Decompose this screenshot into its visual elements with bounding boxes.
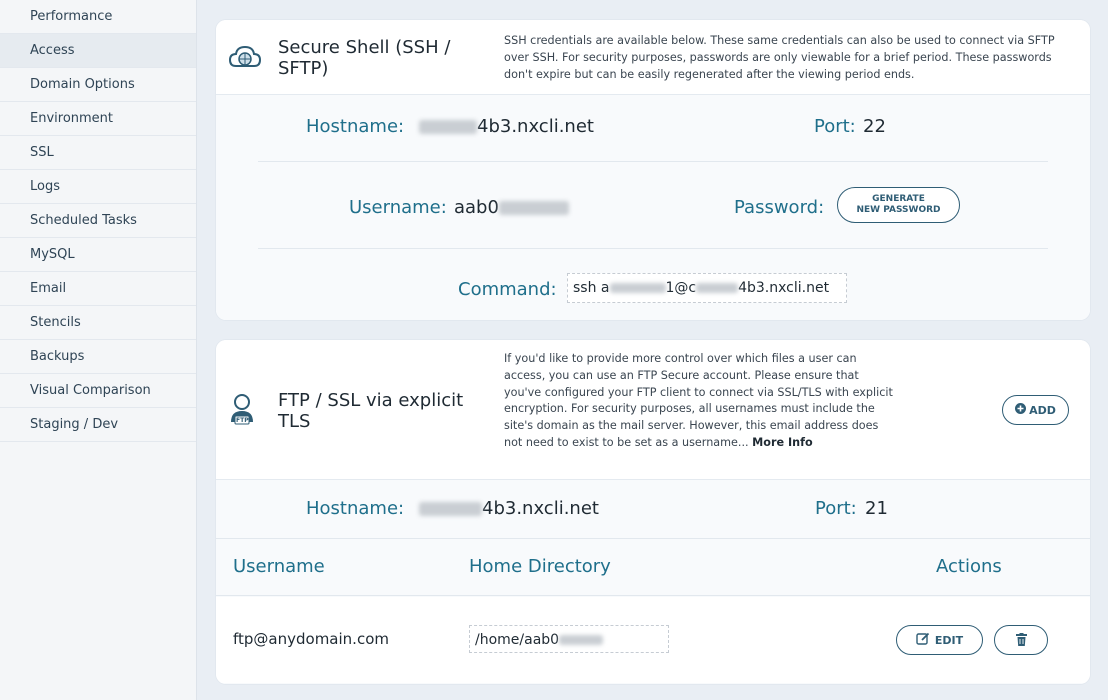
divider [258, 161, 1048, 162]
trash-icon [1015, 631, 1027, 650]
ssh-hostname-label: Hostname: [306, 116, 405, 137]
sidebar-item-logs[interactable]: Logs [0, 170, 196, 204]
ssh-command-field[interactable]: ssh a 1@c 4b3.nxcli.net [567, 273, 847, 303]
ftp-table-header: Username Home Directory Actions [216, 538, 1090, 596]
sidebar-item-backups[interactable]: Backups [0, 340, 196, 374]
sidebar-item-email[interactable]: Email [0, 272, 196, 306]
ssh-port-value: 22 [863, 116, 886, 137]
ftp-port-label: Port: [815, 498, 857, 519]
plus-circle-icon [1015, 403, 1027, 417]
ssh-port-label: Port: [814, 116, 856, 137]
home-directory-field[interactable]: /home/aab0 [469, 625, 669, 653]
sidebar-item-mysql[interactable]: MySQL [0, 238, 196, 272]
ftp-card: FTP FTP / SSL via explicit TLS If you'd … [216, 340, 1090, 684]
ftp-username-cell: ftp@anydomain.com [233, 630, 389, 648]
sidebar-item-environment[interactable]: Environment [0, 102, 196, 136]
ftp-port-value: 21 [865, 498, 888, 519]
column-username: Username [233, 556, 325, 577]
sidebar-item-performance[interactable]: Performance [0, 0, 196, 34]
sidebar-item-domain-options[interactable]: Domain Options [0, 68, 196, 102]
edit-button[interactable]: EDIT [896, 625, 983, 655]
delete-button[interactable] [994, 625, 1048, 655]
ftp-card-body: Hostname: 4b3.nxcli.net Port: 21 Usernam… [216, 480, 1090, 684]
ftp-description: If you'd like to provide more control ov… [504, 352, 893, 449]
ftp-title: FTP / SSL via explicit TLS [278, 390, 464, 432]
ssh-username-label: Username: [349, 197, 447, 218]
sidebar-item-scheduled-tasks[interactable]: Scheduled Tasks [0, 204, 196, 238]
sidebar-item-visual-comparison[interactable]: Visual Comparison [0, 374, 196, 408]
ssh-username-value: aab0 [454, 197, 569, 218]
ssh-card-header: Secure Shell (SSH / SFTP) SSH credential… [216, 20, 1090, 95]
more-info-link[interactable]: More Info [752, 436, 813, 449]
sidebar-item-access[interactable]: Access [0, 34, 196, 68]
add-ftp-button[interactable]: ADD [1002, 395, 1069, 425]
sidebar-item-staging-dev[interactable]: Staging / Dev [0, 408, 196, 442]
ftp-icon-text: FTP [236, 417, 249, 424]
sidebar: Performance Access Domain Options Enviro… [0, 0, 197, 700]
sidebar-item-ssl[interactable]: SSL [0, 136, 196, 170]
ssh-hostname-value: 4b3.nxcli.net [419, 116, 594, 137]
column-home-directory: Home Directory [469, 556, 611, 577]
divider [258, 248, 1048, 249]
cloud-terminal-icon [228, 42, 262, 76]
ssh-title: Secure Shell (SSH / SFTP) [278, 37, 451, 79]
ssh-command-label: Command: [458, 279, 557, 300]
edit-icon [916, 632, 930, 648]
ftp-hostname-label: Hostname: [306, 498, 405, 519]
ssh-card: Secure Shell (SSH / SFTP) SSH credential… [216, 20, 1090, 320]
column-actions: Actions [936, 556, 1002, 577]
table-row: ftp@anydomain.com /home/aab0 EDIT [216, 597, 1090, 683]
generate-password-button[interactable]: GENERATE NEW PASSWORD [837, 187, 960, 223]
ftp-hostname-value: 4b3.nxcli.net [419, 498, 599, 519]
ssh-card-body: Hostname: 4b3.nxcli.net Port: 22 Usernam… [216, 95, 1090, 320]
user-ftp-icon [227, 392, 257, 430]
sidebar-item-stencils[interactable]: Stencils [0, 306, 196, 340]
ssh-description: SSH credentials are available below. The… [504, 34, 1055, 81]
ssh-password-label: Password: [734, 197, 825, 218]
ftp-card-header: FTP FTP / SSL via explicit TLS If you'd … [216, 340, 1090, 480]
